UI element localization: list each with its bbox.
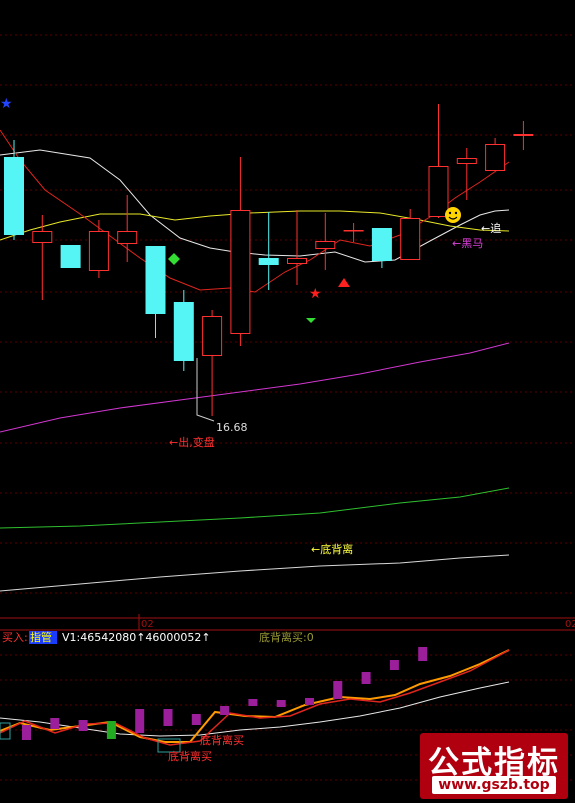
candle-body xyxy=(513,134,534,136)
smiley-eye-right xyxy=(454,211,458,215)
indicator-bar xyxy=(22,725,31,740)
indicator-bar xyxy=(418,647,428,661)
divergence-label: ←底背离 xyxy=(311,542,353,556)
green-diamond-icon xyxy=(168,253,180,265)
candle-body xyxy=(145,246,166,314)
date-label-right: 02 xyxy=(565,619,575,630)
indicator-bar xyxy=(248,699,258,706)
chase-label: ←追 xyxy=(481,221,501,235)
buy-signal-label-1: 底背离买 xyxy=(200,733,244,747)
candle-body xyxy=(485,144,506,171)
low-price-label: 16.68 xyxy=(216,421,248,434)
indicator-bar xyxy=(50,718,60,729)
candle-body xyxy=(287,258,307,264)
smiley-icon xyxy=(445,207,461,223)
lower-orange-line xyxy=(0,649,510,743)
indicator-bar xyxy=(135,709,145,733)
blue-star-icon: ★ xyxy=(0,96,13,112)
candle-body xyxy=(202,316,223,356)
red-star-icon: ★ xyxy=(309,286,322,302)
indicator-title-highlight: 指管 xyxy=(30,630,52,644)
red-triangle-icon xyxy=(338,278,350,287)
brand-watermark: 公式指标 www.gszb.top xyxy=(420,733,568,799)
date-label: 02 xyxy=(141,619,154,630)
series-label: 底背离买:0 xyxy=(259,630,314,644)
candle-body xyxy=(315,241,336,249)
magenta-ma-line xyxy=(0,342,510,433)
indicator-bar xyxy=(361,672,371,684)
green-ma-line xyxy=(0,487,510,529)
candle-body xyxy=(258,258,279,265)
bottom-signal-label: ←出,变盘 xyxy=(169,435,215,449)
candle-body xyxy=(371,228,392,261)
buy-signal-label-2: 底背离买 xyxy=(168,749,212,763)
candle-body xyxy=(230,210,251,334)
candle-body xyxy=(32,231,53,243)
indicator-bar xyxy=(106,721,116,739)
low-price-leader xyxy=(196,358,215,422)
candle-body xyxy=(173,302,194,361)
smiley-eye-left xyxy=(448,211,452,215)
indicator-bar xyxy=(305,698,314,705)
lower-red-line xyxy=(0,649,510,746)
stock-chart: ★ ★ 16.68 ←出,变盘 ←追 ←黑马 ←底背离 02 02 买入: 指管… xyxy=(0,34,575,781)
v1-label: V1:46542080↑46000052↑ xyxy=(62,631,211,644)
indicator-title: 买入: xyxy=(2,631,28,644)
candle-body xyxy=(400,218,421,260)
indicator-bar xyxy=(333,681,343,699)
darkhorse-label: ←黑马 xyxy=(452,237,483,250)
indicator-bar xyxy=(220,706,230,715)
candle-body xyxy=(88,231,109,271)
indicator-bar xyxy=(389,660,399,670)
indicator-bar xyxy=(163,709,173,726)
indicator-bar xyxy=(78,720,88,731)
candle-body xyxy=(428,166,449,217)
candle-body xyxy=(60,245,81,268)
candle-body xyxy=(343,230,364,232)
candle-body xyxy=(456,158,477,164)
white-long-line xyxy=(0,554,510,592)
grid-lines xyxy=(0,34,575,594)
brand-url: www.gszb.top xyxy=(432,776,556,794)
candle-body xyxy=(117,231,138,244)
green-down-triangle-icon xyxy=(306,318,316,323)
candlestick-series xyxy=(4,104,534,416)
indicator-bars xyxy=(22,647,428,740)
indicator-bar xyxy=(191,714,201,725)
indicator-bar xyxy=(276,700,286,707)
candle-body xyxy=(4,157,24,235)
lower-white-line xyxy=(0,681,510,737)
